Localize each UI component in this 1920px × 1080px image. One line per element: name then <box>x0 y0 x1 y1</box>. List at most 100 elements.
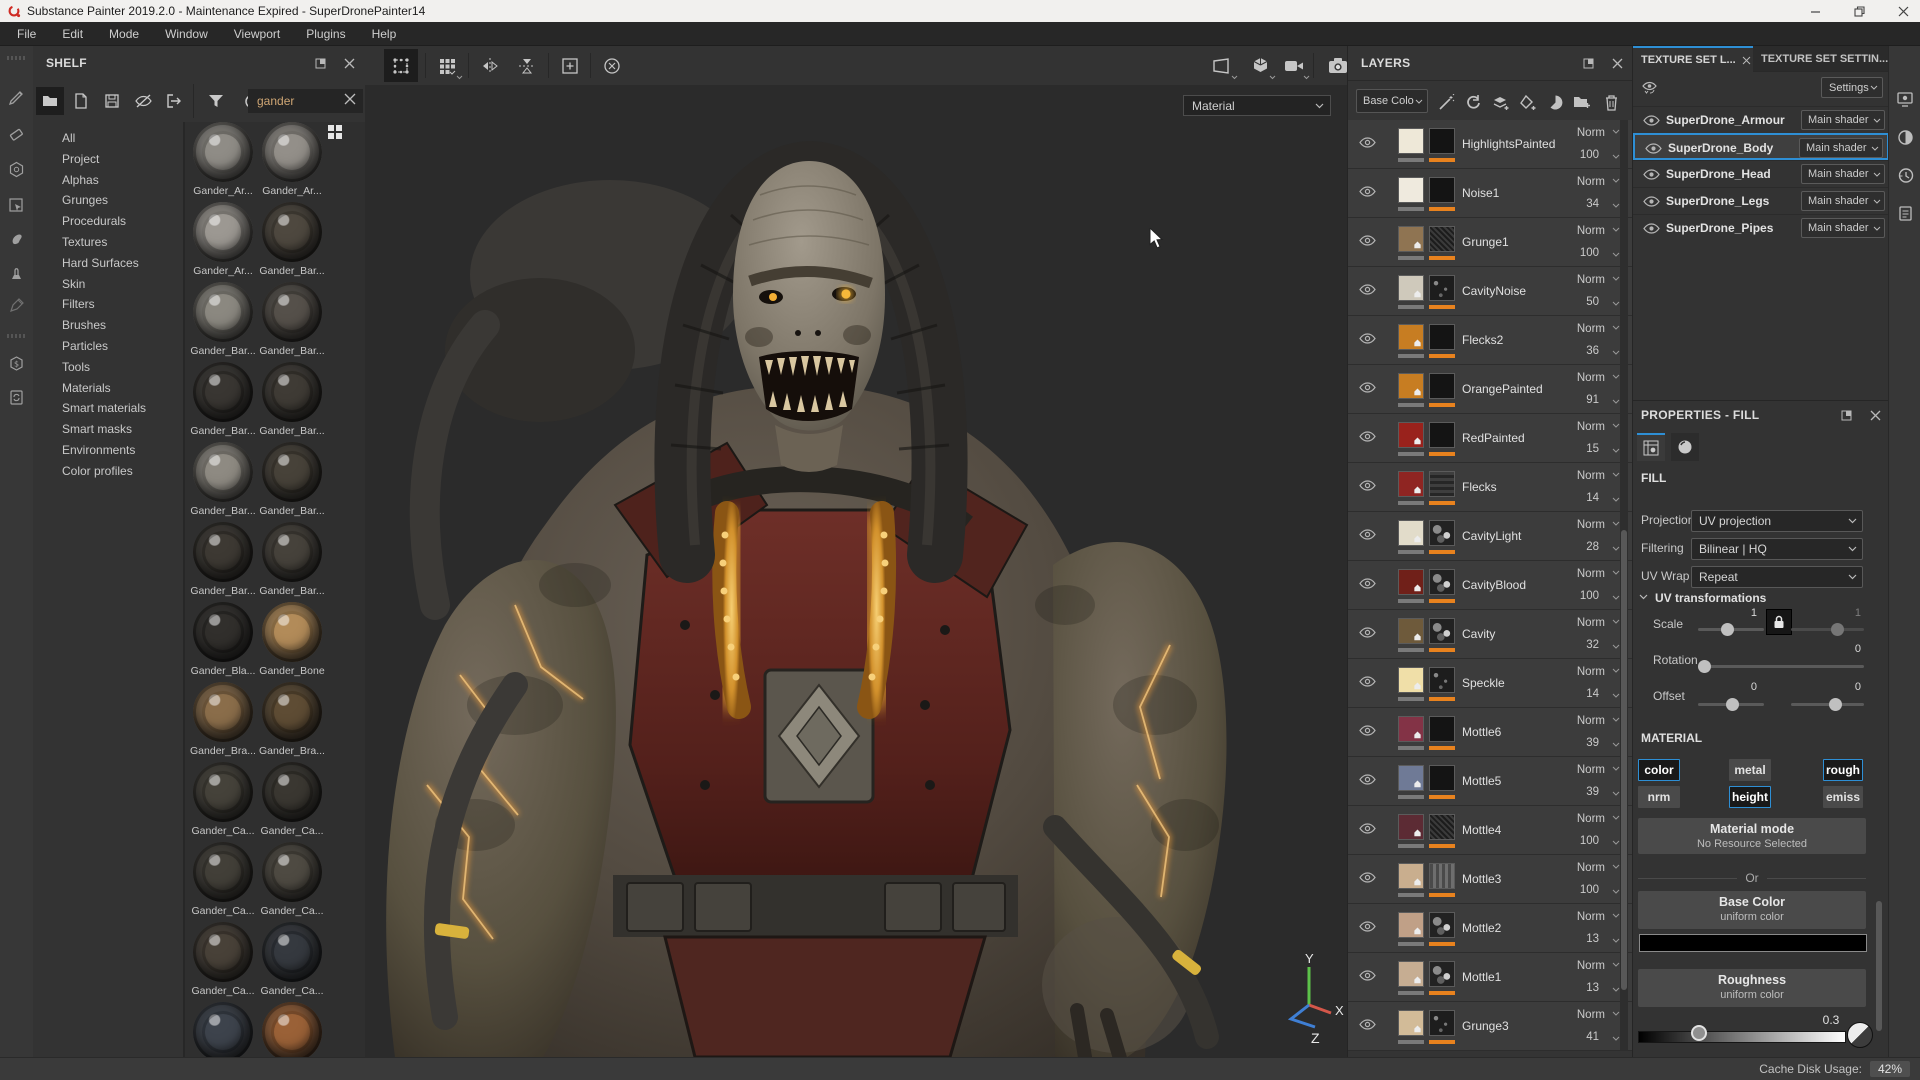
layer-visibility-eye-icon[interactable] <box>1359 137 1376 148</box>
channel-toggle-color[interactable]: color <box>1638 759 1680 781</box>
uv-wrap-select[interactable]: Repeat <box>1691 566 1863 588</box>
layer-content-thumbnail[interactable] <box>1398 667 1424 693</box>
mesh-cube-icon[interactable] <box>1243 49 1277 82</box>
layer-opacity[interactable]: 100 <box>1580 835 1599 847</box>
layer-content-thumbnail[interactable] <box>1398 324 1424 350</box>
texture-set-visibility-eye-icon[interactable] <box>1643 223 1660 234</box>
clear-search-icon[interactable] <box>344 93 356 105</box>
channel-toggle-emiss[interactable]: emiss <box>1823 786 1863 808</box>
channel-toggle-rough[interactable]: rough <box>1823 759 1863 781</box>
float-panel-icon[interactable] <box>1841 410 1852 421</box>
layer-content-thumbnail[interactable] <box>1398 128 1424 154</box>
rotation-value[interactable]: 0 <box>1841 643 1861 655</box>
close-panel-icon[interactable] <box>344 58 355 69</box>
menu-item-edit[interactable]: Edit <box>49 22 96 46</box>
shelf-material-item[interactable]: Gander_Bar... <box>257 282 327 357</box>
channel-toggle-metal[interactable]: metal <box>1729 759 1771 781</box>
menu-item-mode[interactable]: Mode <box>96 22 152 46</box>
layer-blend-mode[interactable]: Norm <box>1577 813 1605 825</box>
texture-set-visibility-eye-icon[interactable] <box>1643 169 1660 180</box>
properties-panel-header[interactable]: PROPERTIES - FILL <box>1633 401 1889 429</box>
layer-row[interactable]: Mottle4 Norm 100 <box>1348 806 1633 855</box>
toolbar-grip[interactable] <box>7 56 25 60</box>
texture-set-visibility-eye-icon[interactable] <box>1645 143 1662 154</box>
shelf-material-item[interactable]: Gander_Bone <box>257 602 327 677</box>
shelf-category-brushes[interactable]: Brushes <box>33 315 183 336</box>
layer-content-thumbnail[interactable] <box>1398 177 1424 203</box>
add-fill-layer-icon[interactable] <box>1516 91 1540 113</box>
add-folder-icon[interactable] <box>1570 91 1594 113</box>
menu-item-help[interactable]: Help <box>359 22 410 46</box>
layer-visibility-eye-icon[interactable] <box>1359 725 1376 736</box>
layer-row[interactable]: RedPainted Norm 15 <box>1348 414 1633 463</box>
shelf-category-procedurals[interactable]: Procedurals <box>33 211 183 232</box>
layer-opacity[interactable]: 15 <box>1586 443 1599 455</box>
layer-row[interactable]: Grunge3 Norm 41 <box>1348 1002 1633 1051</box>
rotation-slider[interactable] <box>1698 665 1864 668</box>
layer-content-thumbnail[interactable] <box>1398 520 1424 546</box>
shelf-category-skin[interactable]: Skin <box>33 274 183 295</box>
close-tab-icon[interactable] <box>1742 56 1751 65</box>
scale-x-slider[interactable] <box>1698 628 1764 631</box>
shelf-material-item[interactable]: Gander_Bar... <box>188 522 258 597</box>
mirror-vertical-icon[interactable] <box>510 49 544 82</box>
shader-settings-icon[interactable] <box>1889 122 1920 152</box>
layer-content-thumbnail[interactable] <box>1398 961 1424 987</box>
layer-content-thumbnail[interactable] <box>1398 814 1424 840</box>
layer-opacity[interactable]: 13 <box>1586 982 1599 994</box>
add-layer-icon[interactable] <box>1489 91 1513 113</box>
shelf-material-item[interactable]: Gander_Ca... <box>257 922 327 997</box>
layer-mask-thumbnail[interactable] <box>1429 961 1455 987</box>
texture-set-visibility-eye-icon[interactable] <box>1643 196 1660 207</box>
library-folder-icon[interactable] <box>36 87 64 115</box>
layer-row[interactable]: Speckle Norm 14 <box>1348 659 1633 708</box>
scale-y-value[interactable]: 1 <box>1841 607 1861 619</box>
shader-select[interactable]: Main shader <box>1801 164 1885 184</box>
save-resources-icon[interactable] <box>98 87 126 115</box>
eraser-tool-icon[interactable] <box>0 118 33 148</box>
float-panel-icon[interactable] <box>1583 58 1594 69</box>
minimize-button[interactable] <box>1806 2 1824 20</box>
shelf-category-filters[interactable]: Filters <box>33 294 183 315</box>
title-bar[interactable]: Substance Painter 2019.2.0 - Maintenance… <box>0 0 1920 22</box>
menu-item-window[interactable]: Window <box>152 22 221 46</box>
tab-texture-set-list[interactable]: TEXTURE SET L... <box>1633 46 1753 72</box>
layer-mask-thumbnail[interactable] <box>1429 275 1455 301</box>
layer-content-thumbnail[interactable] <box>1398 863 1424 889</box>
layer-content-thumbnail[interactable] <box>1398 569 1424 595</box>
layer-mask-thumbnail[interactable] <box>1429 226 1455 252</box>
layer-opacity[interactable]: 100 <box>1580 590 1599 602</box>
layer-opacity[interactable]: 32 <box>1586 639 1599 651</box>
layer-blend-mode[interactable]: Norm <box>1577 421 1605 433</box>
layer-row[interactable]: CavityBlood Norm 100 <box>1348 561 1633 610</box>
shelf-material-item[interactable]: Gander_Ca... <box>257 842 327 917</box>
import-resources-icon[interactable] <box>160 87 188 115</box>
snap-grid-icon[interactable] <box>430 49 464 82</box>
layer-row[interactable]: Mottle5 Norm 39 <box>1348 757 1633 806</box>
layer-visibility-eye-icon[interactable] <box>1359 627 1376 638</box>
shelf-material-item[interactable]: Gander_Bar... <box>257 362 327 437</box>
texture-set-row-superdrone_head[interactable]: SuperDrone_Head Main shader <box>1633 160 1889 187</box>
channel-toggle-nrm[interactable]: nrm <box>1638 786 1680 808</box>
layer-visibility-eye-icon[interactable] <box>1359 921 1376 932</box>
layer-row[interactable]: OrangePainted Norm 91 <box>1348 365 1633 414</box>
shelf-material-item[interactable] <box>188 1002 258 1057</box>
transform-tool-icon[interactable] <box>384 49 418 82</box>
layer-content-thumbnail[interactable] <box>1398 618 1424 644</box>
layer-visibility-eye-icon[interactable] <box>1359 676 1376 687</box>
shelf-material-item[interactable]: Gander_Ca... <box>188 762 258 837</box>
shelf-material-item[interactable]: Gander_Ca... <box>188 922 258 997</box>
layer-mask-thumbnail[interactable] <box>1429 667 1455 693</box>
mirror-horizontal-icon[interactable] <box>473 49 507 82</box>
menu-item-plugins[interactable]: Plugins <box>293 22 358 46</box>
shelf-material-item[interactable]: Gander_Ca... <box>257 762 327 837</box>
layer-opacity[interactable]: 100 <box>1580 149 1599 161</box>
layer-mask-thumbnail[interactable] <box>1429 373 1455 399</box>
layer-visibility-eye-icon[interactable] <box>1359 1019 1376 1030</box>
layer-content-thumbnail[interactable] <box>1398 716 1424 742</box>
clone-tool-icon[interactable] <box>0 258 33 288</box>
layer-content-thumbnail[interactable] <box>1398 912 1424 938</box>
layer-opacity[interactable]: 39 <box>1586 737 1599 749</box>
layer-content-thumbnail[interactable] <box>1398 471 1424 497</box>
shading-mode-select[interactable]: Material <box>1183 95 1331 116</box>
